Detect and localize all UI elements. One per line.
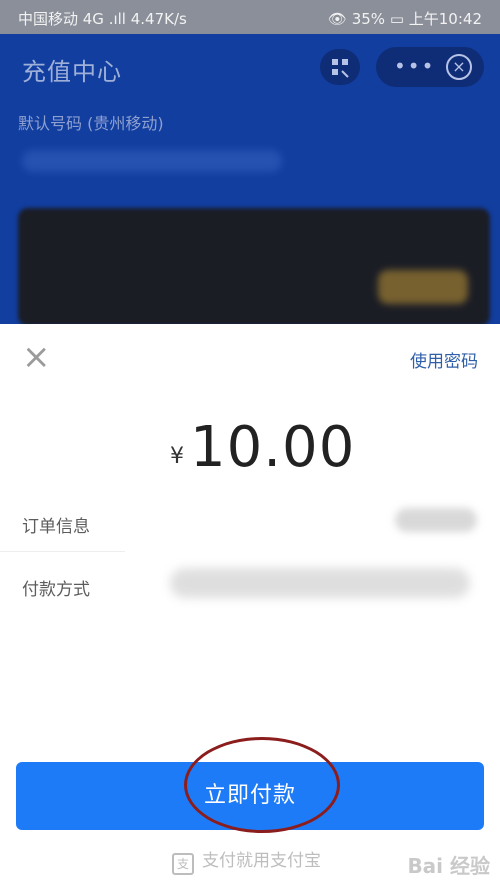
amount-value: 10.00	[190, 415, 356, 480]
default-number-label: 默认号码 (贵州移动)	[18, 114, 164, 133]
blurred-phone-number	[22, 150, 282, 172]
capsule-buttons: ••• ×	[376, 47, 484, 87]
payment-method-label: 付款方式	[22, 580, 90, 600]
watermark: Bai 经验	[407, 854, 490, 878]
alipay-icon: 支	[172, 853, 194, 875]
more-icon[interactable]: •••	[394, 54, 435, 78]
scan-button[interactable]	[320, 49, 360, 85]
footer-brand: 支支付就用支付宝	[172, 846, 321, 875]
pay-now-button[interactable]: 立即付款	[16, 737, 484, 833]
currency-symbol: ¥	[170, 444, 184, 469]
highlight-circle	[184, 737, 340, 833]
status-left: 中国移动 4G .ıll 4.47K/s	[18, 10, 187, 28]
blurred-card	[18, 208, 490, 326]
footer-text: 支付就用支付宝	[202, 851, 321, 871]
scan-icon	[332, 59, 349, 78]
page-title: 充值中心	[22, 58, 122, 86]
sheet-close-icon[interactable]: ×	[22, 340, 51, 374]
use-password-link[interactable]: 使用密码	[410, 347, 478, 372]
close-icon[interactable]: ×	[446, 54, 472, 80]
divider	[0, 551, 125, 552]
order-info-value	[395, 508, 477, 532]
status-bar: 中国移动 4G .ıll 4.47K/s 👁 35% ▭ 上午10:42	[0, 0, 500, 34]
status-right: 👁 35% ▭ 上午10:42	[327, 10, 482, 28]
payment-method-value[interactable]	[170, 568, 470, 598]
order-info-label: 订单信息	[22, 517, 90, 537]
